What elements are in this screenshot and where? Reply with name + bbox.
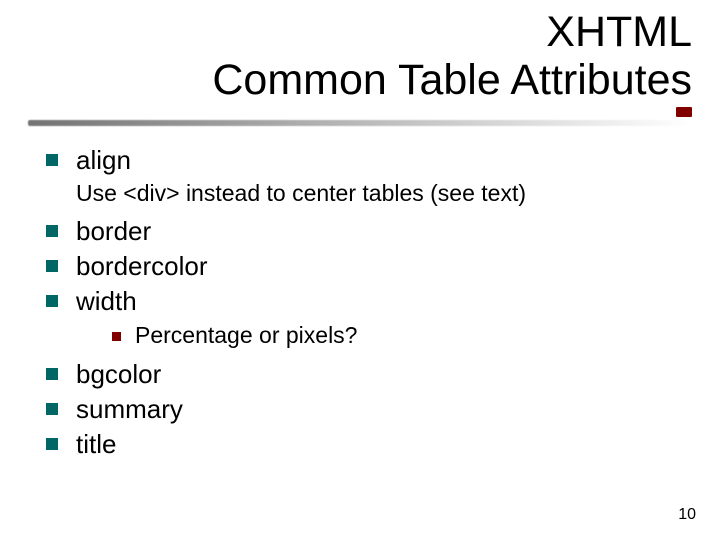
list-item: width xyxy=(46,285,692,318)
bullet-icon xyxy=(46,154,58,166)
bullet-icon xyxy=(46,225,58,237)
list-item: Percentage or pixels? xyxy=(112,321,692,350)
bullet-icon xyxy=(112,332,121,341)
item-border: border xyxy=(76,215,151,248)
bullet-icon xyxy=(46,403,58,415)
page-number: 10 xyxy=(678,506,696,524)
item-width-sub: Percentage or pixels? xyxy=(135,321,357,350)
title-accent xyxy=(676,107,692,117)
slide-body: align Use <div> instead to center tables… xyxy=(46,144,692,464)
bullet-icon xyxy=(46,260,58,272)
list-item: summary xyxy=(46,393,692,426)
sub-list: Percentage or pixels? xyxy=(112,321,692,350)
slide: XHTML Common Table Attributes align Use … xyxy=(0,0,720,540)
bullet-icon xyxy=(46,438,58,450)
slide-title: XHTML Common Table Attributes xyxy=(100,8,692,104)
item-summary: summary xyxy=(76,393,183,426)
list-item: align xyxy=(46,144,692,177)
item-bordercolor: bordercolor xyxy=(76,250,208,283)
title-line-2: Common Table Attributes xyxy=(212,56,692,104)
item-title-attr: title xyxy=(76,428,116,461)
bullet-icon xyxy=(46,295,58,307)
list-item: bordercolor xyxy=(46,250,692,283)
list-item: border xyxy=(46,215,692,248)
list-item: title xyxy=(46,428,692,461)
item-width: width xyxy=(76,285,137,318)
item-align: align xyxy=(76,144,131,177)
item-bgcolor: bgcolor xyxy=(76,358,161,391)
item-align-note: Use <div> instead to center tables (see … xyxy=(76,179,692,208)
title-line-1: XHTML xyxy=(546,8,692,56)
list-item: bgcolor xyxy=(46,358,692,391)
bullet-icon xyxy=(46,368,58,380)
title-underline xyxy=(28,120,692,126)
